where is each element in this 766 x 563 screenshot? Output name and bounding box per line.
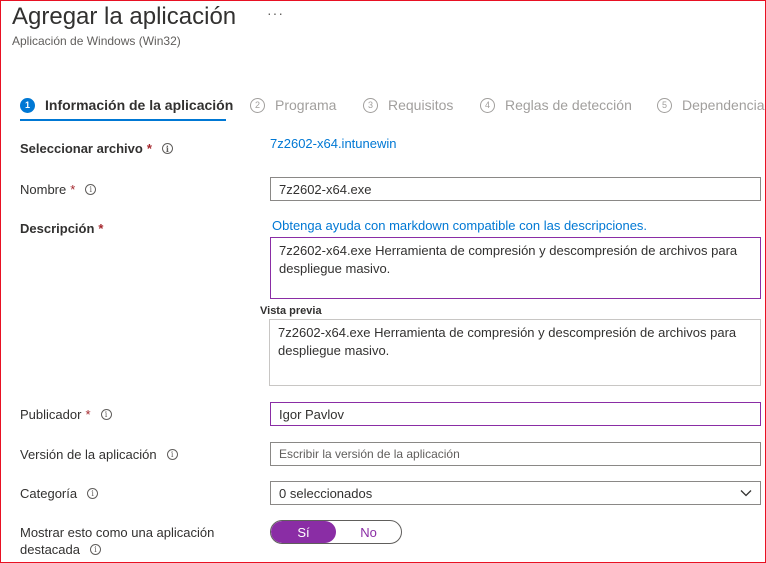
publisher-input[interactable]: Igor Pavlov xyxy=(270,402,761,426)
toggle-no[interactable]: No xyxy=(336,521,401,543)
info-icon[interactable]: i xyxy=(90,544,101,555)
active-step-indicator xyxy=(20,119,226,121)
page-title: Agregar la aplicación xyxy=(12,3,237,30)
info-icon[interactable]: i xyxy=(87,488,99,499)
step-label: Información de la aplicación xyxy=(45,97,234,113)
selected-file-link[interactable]: 7z2602-x64.intunewin xyxy=(270,136,396,151)
step-label: Dependencia xyxy=(682,97,765,113)
description-preview: 7z2602-x64.exe Herramienta de compresión… xyxy=(269,319,761,386)
step-detection-rules[interactable]: 4 Reglas de detección xyxy=(480,96,632,114)
step-label: Requisitos xyxy=(388,97,454,113)
page-subtitle: Aplicación de Windows (Win32) xyxy=(12,34,181,48)
more-options-button[interactable]: ··· xyxy=(267,5,284,21)
info-icon[interactable]: i xyxy=(100,409,112,420)
version-label: Versión de la aplicación i xyxy=(20,447,178,462)
featured-label-line1: Mostrar esto como una aplicación xyxy=(20,525,215,540)
description-label: Descripción * xyxy=(20,221,104,236)
info-icon[interactable]: i xyxy=(166,449,178,460)
step-label: Programa xyxy=(275,97,337,113)
step-number-icon: 1 xyxy=(20,97,35,113)
select-file-label: Seleccionar archivo * i xyxy=(20,141,173,156)
featured-toggle[interactable]: Sí No xyxy=(270,520,402,544)
step-label: Reglas de detección xyxy=(505,97,632,113)
version-input[interactable]: Escribir la versión de la aplicación xyxy=(270,442,761,466)
step-dependencies[interactable]: 5 Dependencia xyxy=(657,96,765,114)
name-input[interactable]: 7z2602-x64.exe xyxy=(270,177,761,201)
category-label: Categoría i xyxy=(20,486,99,501)
category-value: 0 seleccionados xyxy=(279,485,373,501)
info-icon[interactable]: i xyxy=(161,143,173,154)
toggle-yes[interactable]: Sí xyxy=(271,521,336,543)
step-app-info[interactable]: 1 Información de la aplicación xyxy=(20,96,233,114)
publisher-label: Publicador * i xyxy=(20,407,112,422)
step-number-icon: 4 xyxy=(480,97,495,113)
step-number-icon: 2 xyxy=(250,97,265,113)
chevron-down-icon xyxy=(740,490,752,497)
step-requirements[interactable]: 3 Requisitos xyxy=(363,96,453,114)
name-label: Nombre * i xyxy=(20,182,97,197)
info-icon[interactable]: i xyxy=(85,184,97,195)
preview-label: Vista previa xyxy=(260,305,322,317)
markdown-help-link[interactable]: Obtenga ayuda con markdown compatible co… xyxy=(272,218,647,233)
step-number-icon: 5 xyxy=(657,97,672,113)
step-number-icon: 3 xyxy=(363,97,378,113)
featured-label-line2: destacada i xyxy=(20,542,101,557)
step-program[interactable]: 2 Programa xyxy=(250,96,336,114)
description-textarea[interactable]: 7z2602-x64.exe Herramienta de compresión… xyxy=(270,237,761,299)
category-select[interactable]: 0 seleccionados xyxy=(270,481,761,505)
